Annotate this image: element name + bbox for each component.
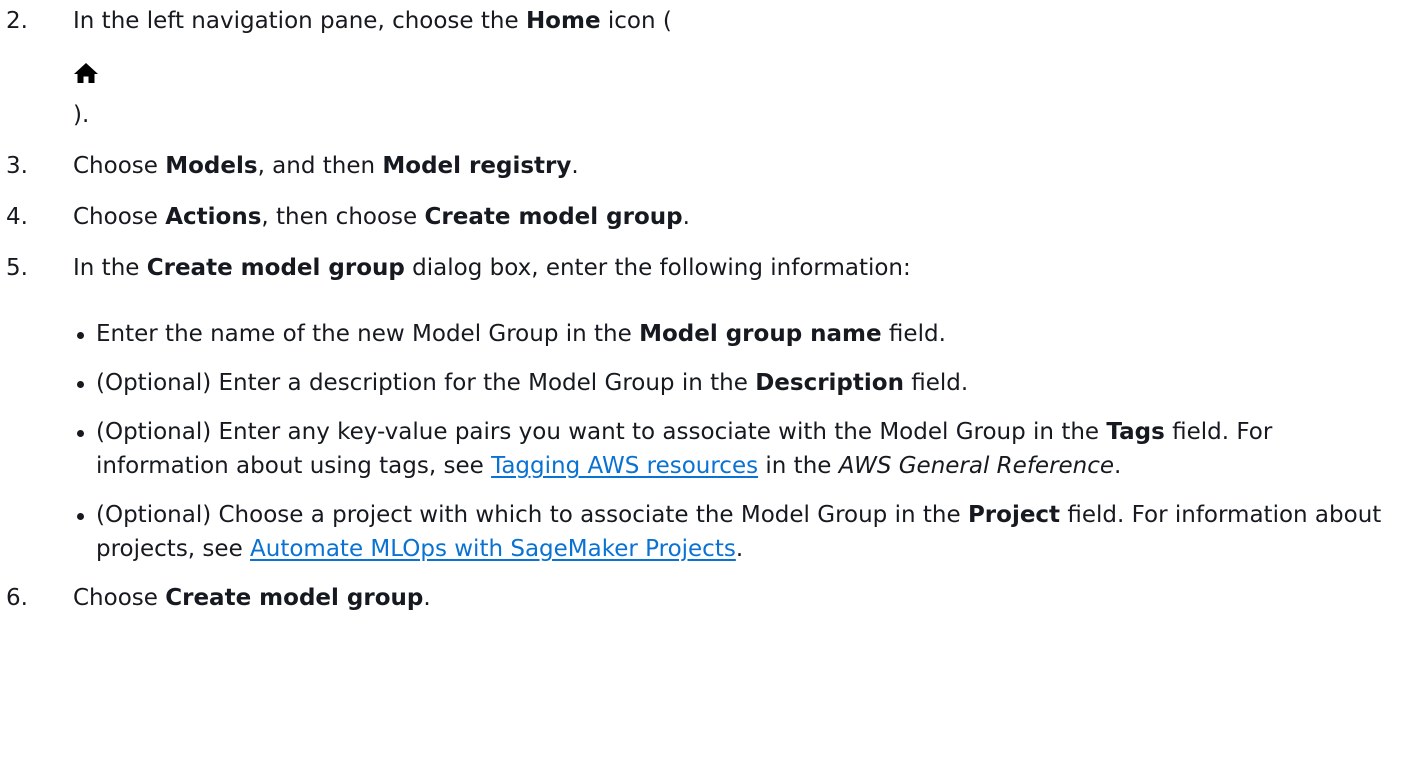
step-number: 4. bbox=[6, 204, 28, 230]
step-2: 2. In the left navigation pane, choose t… bbox=[0, 4, 1403, 132]
home-label: Home bbox=[525, 8, 601, 34]
actions-label: Actions bbox=[165, 204, 262, 230]
step-text: Choose Actions, then choose Create model… bbox=[73, 204, 690, 230]
model-registry-label: Model registry bbox=[382, 153, 572, 179]
tagging-aws-resources-link[interactable]: Tagging AWS resources bbox=[491, 453, 758, 479]
list-item: (Optional) Choose a project with which t… bbox=[73, 498, 1403, 566]
home-icon bbox=[73, 60, 99, 83]
step-number: 6. bbox=[6, 585, 28, 611]
step-text: Choose Create model group. bbox=[73, 585, 431, 611]
procedure-steps: 2. In the left navigation pane, choose t… bbox=[0, 4, 1403, 615]
description-label: Description bbox=[755, 370, 904, 396]
aws-general-reference-title: AWS General Reference bbox=[838, 453, 1115, 479]
step-number: 2. bbox=[6, 8, 28, 34]
list-item: (Optional) Enter any key-value pairs you… bbox=[73, 415, 1403, 483]
models-label: Models bbox=[165, 153, 258, 179]
project-label: Project bbox=[967, 502, 1061, 528]
list-item: (Optional) Enter a description for the M… bbox=[73, 366, 1403, 400]
step-4: 4. Choose Actions, then choose Create mo… bbox=[0, 200, 1403, 234]
model-group-name-label: Model group name bbox=[639, 321, 882, 347]
step-text: In the Create model group dialog box, en… bbox=[73, 255, 911, 281]
step-5: 5. In the Create model group dialog box,… bbox=[0, 251, 1403, 566]
step-number: 5. bbox=[6, 255, 28, 281]
step-3: 3. Choose Models, and then Model registr… bbox=[0, 149, 1403, 183]
icon-row bbox=[73, 54, 1403, 88]
create-model-group-label: Create model group bbox=[424, 204, 683, 230]
step-number: 3. bbox=[6, 153, 28, 179]
create-model-group-dialog-label: Create model group bbox=[146, 255, 405, 281]
documentation-page: 2. In the left navigation pane, choose t… bbox=[0, 0, 1403, 778]
list-item: Enter the name of the new Model Group in… bbox=[73, 317, 1403, 351]
step-6: 6. Choose Create model group. bbox=[0, 581, 1403, 615]
automate-mlops-link[interactable]: Automate MLOps with SageMaker Projects bbox=[250, 536, 736, 562]
step-text: Choose Models, and then Model registry. bbox=[73, 153, 579, 179]
step-5-details: Enter the name of the new Model Group in… bbox=[73, 317, 1403, 566]
create-model-group-label: Create model group bbox=[165, 585, 424, 611]
step-text-close: ). bbox=[73, 102, 90, 128]
tags-label: Tags bbox=[1106, 419, 1165, 445]
step-text: In the left navigation pane, choose the … bbox=[73, 8, 672, 34]
